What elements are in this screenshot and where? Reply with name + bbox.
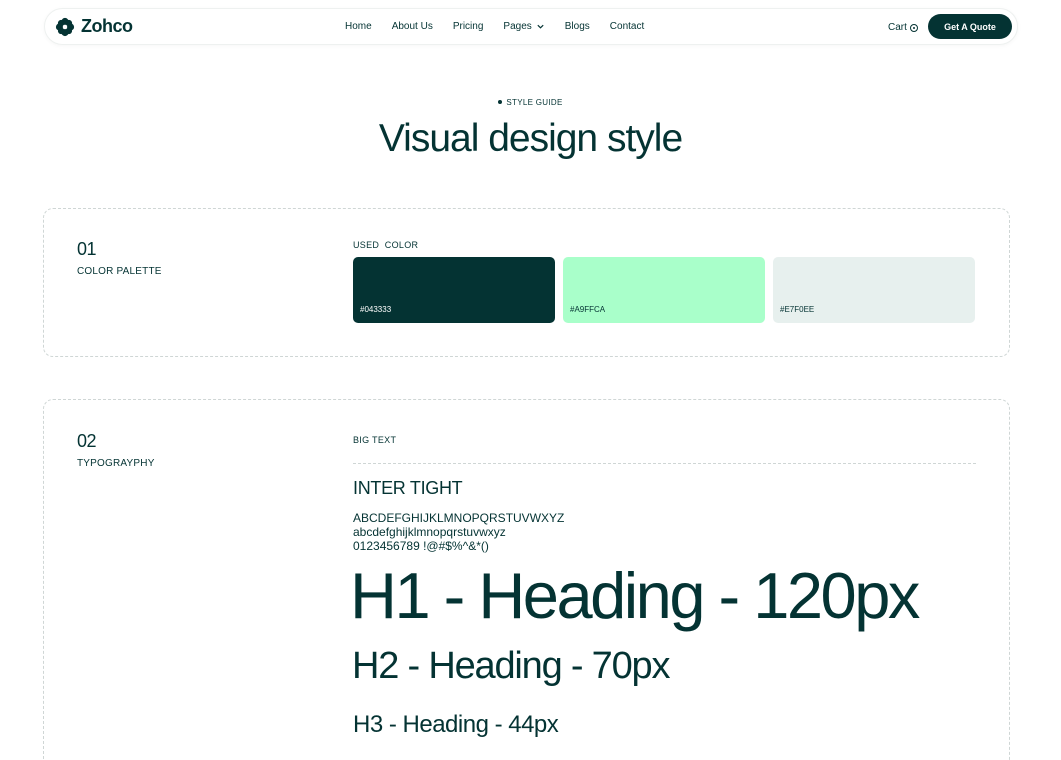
- divider: [353, 463, 976, 464]
- h1-sample: H1 - Heading - 120px: [350, 559, 920, 632]
- bullet-dot-icon: [498, 99, 503, 104]
- section-label: TYPOGRAYPHY: [77, 458, 155, 469]
- nav-link-about-us[interactable]: About Us: [392, 21, 433, 32]
- nav-link-contact[interactable]: Contact: [610, 21, 644, 32]
- nav-dropdown-pages[interactable]: Pages: [503, 21, 544, 32]
- font-name: INTER TIGHT: [353, 478, 463, 498]
- nav-link-label: Home: [345, 21, 372, 32]
- page-title: Visual design style: [378, 117, 683, 160]
- used-color-heading: USED COLOR: [353, 240, 419, 250]
- color-swatch: #A9FFCA: [563, 257, 765, 323]
- section-number: 02: [77, 431, 97, 451]
- nav-link-label: About Us: [391, 21, 433, 32]
- color-swatch: #E7F0EE: [773, 257, 975, 323]
- typography-card: 02 TYPOGRAYPHY BIG TEXT INTER TIGHT ABCD…: [43, 399, 1010, 760]
- big-text-heading: BIG TEXT: [353, 435, 397, 445]
- swatch-hex-label: #043333: [360, 305, 392, 314]
- chevron-down-icon: [537, 24, 544, 29]
- brand-logo-link[interactable]: Zohco: [55, 16, 133, 37]
- h3-sample: H3 - Heading - 44px: [353, 711, 559, 738]
- section-label: COLOR PALETTE: [77, 266, 162, 277]
- nav-link-label: Pricing: [452, 21, 484, 32]
- nav-link-label: Contact: [609, 21, 645, 32]
- eyebrow-tag: STYLE GUIDE: [0, 98, 1061, 107]
- get-a-quote-button[interactable]: Get A Quote: [928, 14, 1012, 39]
- glyph-specimen: ABCDEFGHIJKLMNOPQRSTUVWXYZ abcdefghijklm…: [353, 511, 564, 553]
- nav-link-pricing[interactable]: Pricing: [453, 21, 484, 32]
- brand-name: Zohco: [81, 16, 133, 36]
- color-swatch: #043333: [353, 257, 555, 323]
- lowercase-glyphs: abcdefghijklmnopqrstuvwxyz: [353, 525, 506, 539]
- cart-label: Cart: [888, 22, 907, 33]
- cart-icon: [909, 23, 918, 32]
- main-menu: Home About Us Pricing Pages Blogs Contac…: [345, 21, 644, 32]
- digit-glyphs: 0123456789 !@#$%^&*(): [353, 539, 489, 553]
- nav-link-label: Pages: [503, 21, 532, 32]
- color-palette-card: 01 COLOR PALETTE USED COLOR #043333 #A9F…: [43, 208, 1010, 357]
- cart-link[interactable]: Cart: [888, 22, 918, 33]
- nav-link-label: Blogs: [564, 21, 590, 32]
- flower-logo-icon: [55, 17, 75, 36]
- uppercase-glyphs: ABCDEFGHIJKLMNOPQRSTUVWXYZ: [353, 511, 565, 525]
- nav-link-blogs[interactable]: Blogs: [565, 21, 590, 32]
- top-navbar: Zohco Home About Us Pricing Pages Blogs …: [44, 8, 1018, 45]
- swatch-row: #043333 #A9FFCA #E7F0EE: [353, 257, 975, 323]
- h2-sample: H2 - Heading - 70px: [352, 645, 670, 687]
- swatch-hex-label: #E7F0EE: [780, 305, 815, 314]
- eyebrow-label: STYLE GUIDE: [506, 98, 563, 107]
- nav-link-home[interactable]: Home: [345, 21, 372, 32]
- swatch-hex-label: #A9FFCA: [570, 305, 606, 314]
- section-number: 01: [77, 239, 97, 259]
